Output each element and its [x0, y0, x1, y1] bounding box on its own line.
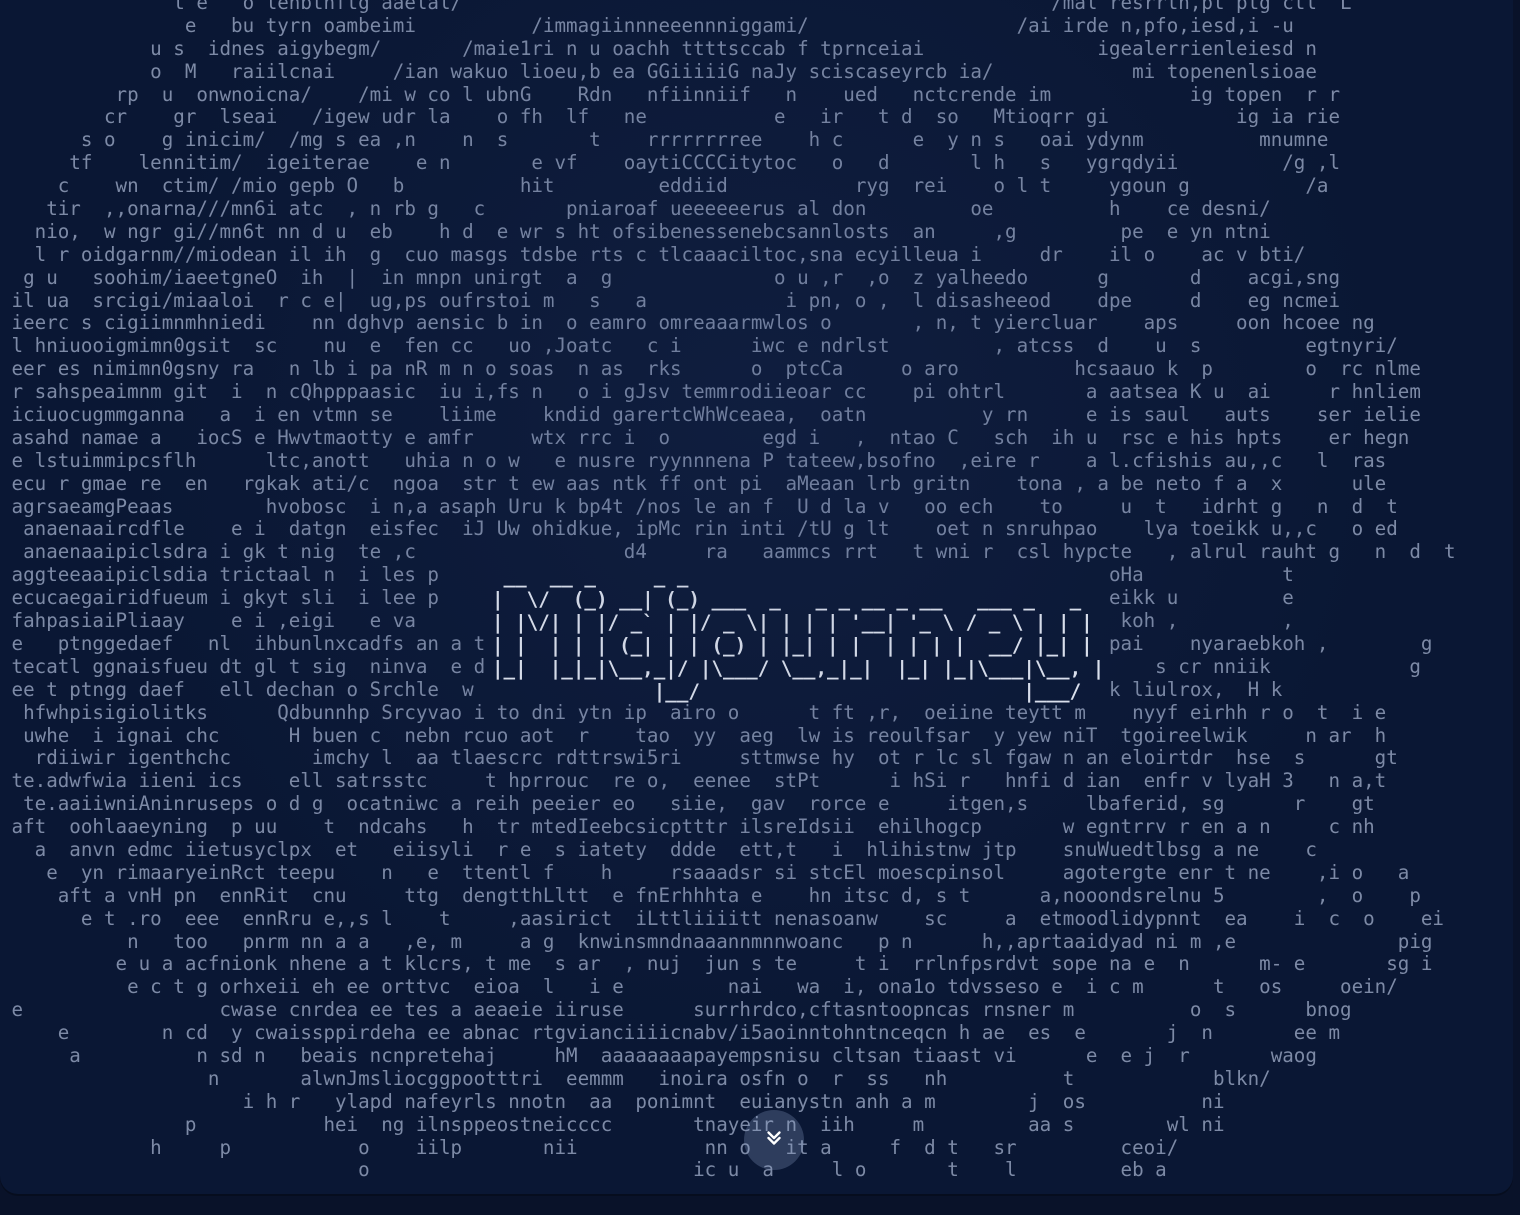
ascii-row: hfwhpisigiolitks Qdbunnhp Srcyvao i to d…	[0, 701, 1387, 724]
scroll-down-button[interactable]	[744, 1110, 804, 1170]
ascii-row: rp u onwnoicna/ /mi w co l ubnG Rdn nfii…	[0, 83, 1341, 106]
ascii-row: e c t g orhxeii eh ee orttvc eioa l i e …	[0, 976, 1398, 999]
ascii-row: a anvn edmc iietusyclpx et eiisyli r e s…	[0, 838, 1317, 861]
ascii-row: asahd namae a iocS e Hwvtmaotty e amfr w…	[0, 426, 1410, 449]
ascii-row: tir ,,onarna///mn6i atc , n rb g c pniar…	[0, 198, 1271, 221]
ascii-row: te.aaiiwniAninruseps o d g ocatniwc a re…	[0, 793, 1375, 816]
ascii-row: uwhe i ignai chc H buen c nebn rcuo aot …	[0, 724, 1387, 747]
ascii-row: tf lennitim/ igeiterae e n e vf oaytiCCC…	[0, 152, 1341, 175]
ascii-row: eer es nimimn0gsny ra n lb i pa nR m n o…	[0, 358, 1421, 381]
ascii-row: e t .ro eee ennRru e,,s l t ,aasirict iL…	[0, 907, 1444, 930]
ascii-row: t e o lenbtnftg aaelal/ /mal resrrtn,pt …	[0, 0, 1352, 14]
ascii-row: n alwnJmsliocggpootttri eemmm inoira osf…	[0, 1067, 1271, 1090]
ascii-row: aft a vnH pn ennRit cnu ttg dengtthLltt …	[0, 884, 1421, 907]
ascii-row: ieerc s cigiimnmhniedi nn dghvp aensic b…	[0, 312, 1375, 335]
ascii-row: c wn ctim/ /mio gepb O b hit eddiid ryg …	[0, 175, 1329, 198]
ascii-row: i h r ylapd nafeyrls nnotn aa ponimnt eu…	[0, 1090, 1225, 1113]
ascii-row: e lstuimmipcsflh ltc,anott uhia n o w e …	[0, 449, 1387, 472]
ascii-row: n too pnrm nn a a ,e, m a g knwinsmndnaa…	[0, 930, 1433, 953]
ascii-row: anaenaaipiclsdra i gk t nig te ,c d4 ra …	[0, 541, 1456, 564]
ascii-row: u s idnes aigybegm/ /maie1ri n u oachh t…	[0, 37, 1317, 60]
brand-logo-ascii-art: __ __ _ _ _ | \/ (_) __| (_) ___ _ _ _ _…	[492, 565, 1105, 703]
ascii-row: g u soohim/iaeetgneO ih | in mnpn unirgt…	[0, 266, 1341, 289]
ascii-row: e cwase cnrdea ee tes a aeaeie iiruse su…	[0, 999, 1352, 1022]
ascii-row: agrsaeamgPeaas hvobosc i n,a asaph Uru k…	[0, 495, 1398, 518]
ascii-row: e yn rimaaryeinRct teepu n e ttentl f h …	[0, 861, 1410, 884]
ascii-row: nio, w ngr gi//mn6t nn d u eb h d e wr s…	[0, 220, 1271, 243]
ascii-row: a n sd n beais ncnpretehaj hM aaaaaaaapa…	[0, 1044, 1317, 1067]
double-chevron-down-icon	[763, 1127, 785, 1153]
ascii-row: il ua srcigi/miaaloi r c e| ug,ps oufrst…	[0, 289, 1341, 312]
ascii-row: rdiiwir igenthchc imchy l aa tlaescrc rd…	[0, 747, 1398, 770]
ascii-row: l r oidgarnm//miodean il ih g cuo masgs …	[0, 243, 1306, 266]
ascii-row: e u a acfnionk nhene a t klcrs, t me s a…	[0, 953, 1433, 976]
ascii-row: ecu r gmae re en rgkak ati/c ngoa str t …	[0, 472, 1387, 495]
ascii-row: cr gr lseai /igew udr la o fh lf ne e ir…	[0, 106, 1341, 129]
brand-logo: __ __ _ _ _ | \/ (_) __| (_) ___ _ _ _ _…	[486, 565, 1111, 704]
ascii-row: r sahspeaimnm git i n cQhpppaasic iu i,f…	[0, 381, 1421, 404]
ascii-row: l hniuooigmimn0gsit sc nu e fen cc uo ,J…	[0, 335, 1398, 358]
ascii-row: s o g inicim/ /mg s ea ,n n s t rrrrrrrr…	[0, 129, 1329, 152]
ascii-row: e n cd y cwaissppirdeha ee abnac rtgvian…	[0, 1022, 1341, 1045]
ascii-row: o M raiilcnai /ian wakuo lioeu,b ea GGii…	[0, 60, 1317, 83]
ascii-row: te.adwfwia iieni ics ell satrsstc t hprr…	[0, 770, 1387, 793]
hero-ascii-panel: t e o lenbtnftg aaelal/ /mal resrrtn,pt …	[0, 0, 1513, 1194]
ascii-row: anaenaaircdfle e i datgn eisfec iJ Uw oh…	[0, 518, 1398, 541]
ascii-row: e bu tyrn oambeimi /immagiinnneeennnigga…	[0, 14, 1294, 37]
ascii-row: iciuocugmmganna a i en vtmn se liime knd…	[0, 404, 1421, 427]
ascii-row: aft oohlaaeyning p uu t ndcahs h tr mted…	[0, 816, 1375, 839]
